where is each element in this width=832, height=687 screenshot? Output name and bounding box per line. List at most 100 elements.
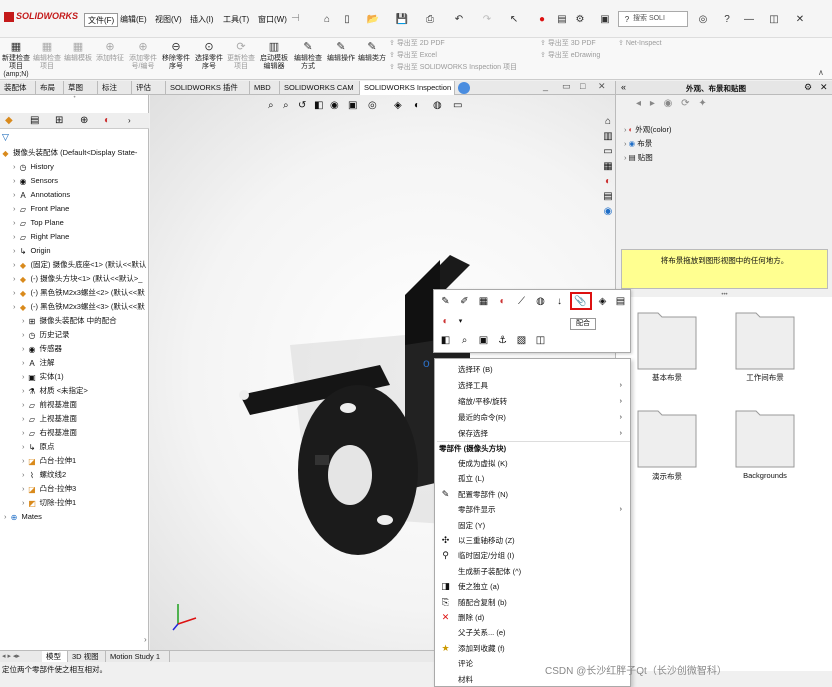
expand-arrow-icon[interactable]: › — [13, 274, 16, 283]
undo-icon[interactable]: ↶ — [452, 12, 466, 26]
context-menu-item[interactable]: 使成为虚拟 (K) — [435, 456, 630, 471]
tree-item[interactable]: › ◆ (-) 黑色铁M2x3螺丝<3> (默认<<默 — [0, 300, 149, 314]
export-inspection-project-button[interactable]: ⇪ 导出至 SOLIDWORKS Inspection 项目 — [389, 62, 539, 74]
favorite-folder-icon[interactable]: ✦ — [698, 98, 706, 109]
tree-item[interactable]: › ◉ Sensors — [0, 174, 149, 188]
context-menu-item[interactable]: ✕ 删除 (d) — [435, 610, 630, 625]
expand-arrow-icon[interactable]: › — [13, 260, 16, 269]
tree-item[interactable]: › ◉ 传感器 — [0, 342, 149, 356]
back-icon[interactable]: ◂ — [636, 98, 641, 109]
tab-cam[interactable]: SOLIDWORKS CAM — [280, 81, 360, 95]
tree-item[interactable]: › ◩ 切除-拉伸1 — [0, 496, 149, 510]
expand-arrow-icon[interactable]: › — [13, 218, 16, 227]
transparency-icon[interactable]: ◍ — [534, 295, 547, 308]
tree-scenes[interactable]: › ◉ 布景 — [624, 137, 671, 151]
context-menu-item[interactable]: 选择工具 › — [435, 378, 630, 393]
design-library-tab-icon[interactable]: ▥ — [600, 131, 616, 146]
edit-inspection-button[interactable]: ▦ 编辑检查项目 — [31, 40, 63, 78]
feature-manager-tab-icon[interactable]: ◆ — [5, 115, 13, 126]
context-menu-item[interactable]: ★ 添加到收藏 (f) — [435, 641, 630, 656]
open-part-icon[interactable]: ▦ — [477, 295, 490, 308]
context-menu-item[interactable]: 生成新子装配体 (^) — [435, 564, 630, 579]
component-properties-icon[interactable]: ▤ — [614, 295, 627, 308]
export-3d-pdf-button[interactable]: ⇪ 导出至 3D PDF — [540, 38, 618, 50]
tree-item[interactable]: › A 注解 — [0, 356, 149, 370]
tree-item[interactable]: › ▱ Front Plane — [0, 202, 149, 216]
tree-item[interactable]: › ▱ 右视基准面 — [0, 426, 149, 440]
menu-tools[interactable]: 工具(T) — [220, 13, 252, 27]
expand-arrow-icon[interactable]: › — [22, 372, 25, 381]
expand-arrow-icon[interactable]: › — [13, 204, 16, 213]
context-menu-item[interactable]: 选择环 (B) — [435, 362, 630, 377]
edit-class-button[interactable]: ✎ 编辑类方 — [356, 40, 388, 78]
pane-grip[interactable]: • — [0, 95, 149, 101]
edit-part-icon[interactable]: ✎ — [439, 295, 452, 308]
collapse-pane-icon[interactable]: « — [621, 82, 626, 92]
appearance-dropdown-icon[interactable]: ◐ — [439, 315, 452, 328]
dimxpert-tab-icon[interactable]: ⊕ — [80, 115, 88, 126]
user-icon[interactable]: ◎ — [696, 12, 710, 26]
pane-restore-icon[interactable]: ▭ — [562, 81, 571, 92]
menu-file[interactable]: 文件(F) — [84, 13, 119, 27]
select-balloon-button[interactable]: ⊙ 选择零件序号 — [193, 40, 225, 78]
tree-item[interactable]: › ↳ 原点 — [0, 440, 149, 454]
expand-arrow-icon[interactable]: › — [22, 400, 25, 409]
pane-close-icon[interactable]: ✕ — [598, 81, 606, 92]
tree-item[interactable]: › ◷ 历史记录 — [0, 328, 149, 342]
expand-arrow-icon[interactable]: › — [22, 498, 25, 507]
tab-layout[interactable]: 布局 — [36, 81, 64, 95]
tree-item[interactable]: › A Annotations — [0, 188, 149, 202]
tree-item[interactable]: › ▱ 上视基准面 — [0, 412, 149, 426]
pane-scroll-arrow-icon[interactable]: › — [144, 635, 147, 644]
panel-toggle-icon[interactable]: ▣ — [598, 12, 612, 26]
pane-min-icon[interactable]: _ — [543, 81, 548, 91]
view-palette-tab-icon[interactable]: ▦ — [600, 161, 616, 176]
rebuild-icon[interactable]: ● — [535, 12, 549, 26]
expand-arrow-icon[interactable]: › — [13, 176, 16, 185]
template-editor-button[interactable]: ▥ 启动模板编辑器 — [258, 40, 290, 78]
tree-item[interactable]: › ◷ History — [0, 160, 149, 174]
expand-arrow-icon[interactable]: › — [22, 386, 25, 395]
tree-item[interactable]: › ▱ 前视基准面 — [0, 398, 149, 412]
dropdown-arrow-icon[interactable]: ▾ — [454, 315, 467, 328]
mate-button[interactable]: 📎 — [570, 292, 592, 310]
expand-arrow-icon[interactable]: › — [22, 456, 25, 465]
expand-arrow-icon[interactable]: › — [22, 358, 25, 367]
tree-item[interactable]: › ◪ 凸台-拉伸3 — [0, 482, 149, 496]
context-menu-item[interactable]: ⚲ 临时固定/分组 (I) — [435, 548, 630, 563]
edit-method-button[interactable]: ✎ 编辑检查方式 — [292, 40, 324, 78]
remove-balloon-button[interactable]: ⊖ 移除零件序号 — [160, 40, 192, 78]
tree-item[interactable]: › ↳ Origin — [0, 244, 149, 258]
context-menu-item[interactable]: 缩放/平移/旋转 › — [435, 394, 630, 409]
box-icon[interactable]: ▧ — [515, 334, 528, 347]
expand-arrow-icon[interactable]: › — [22, 414, 25, 423]
expand-arrow-icon[interactable]: › — [22, 330, 25, 339]
expand-arrow-icon[interactable]: › — [13, 162, 16, 171]
tree-item[interactable]: › ▱ Top Plane — [0, 216, 149, 230]
tree-item[interactable]: › ⊞ 摄像头装配体 中的配合 — [0, 314, 149, 328]
export-2d-pdf-button[interactable]: ⇪ 导出至 2D PDF — [389, 38, 539, 50]
add-feature-button[interactable]: ⊕ 添加特征 — [94, 40, 126, 78]
configuration-manager-tab-icon[interactable]: ⊞ — [55, 115, 63, 126]
maximize-icon[interactable]: ◫ — [767, 12, 781, 26]
save-icon[interactable]: 💾 — [395, 12, 409, 26]
pin-icon[interactable]: ⊣ — [291, 13, 300, 24]
tab-scroll-icon[interactable]: ◂ ▸ ◂▸ — [2, 651, 20, 662]
collapse-ribbon-icon[interactable]: ∧ — [818, 68, 824, 77]
anchor-icon[interactable]: ⚓ — [496, 334, 509, 347]
pane-close-x-icon[interactable]: ✕ — [820, 82, 828, 93]
tree-item[interactable]: › ◆ (-) 黑色铁M2x3螺丝<2> (默认<<默 — [0, 286, 149, 300]
tab-assembly[interactable]: 装配体 — [0, 81, 36, 95]
expand-arrow-icon[interactable]: › — [22, 428, 25, 437]
tree-root[interactable]: ◆ 摄像头装配体 (Default<Display State- — [0, 146, 149, 160]
add-part-number-button[interactable]: ⊕ 添加零件号/编号 — [127, 40, 159, 78]
menu-insert[interactable]: 插入(I) — [187, 13, 217, 27]
tree-item[interactable]: › ◆ (-) 摄像头方块<1> (默认<<默认>_ — [0, 272, 149, 286]
new-inspection-button[interactable]: ▦ 新建检查项目 (amp;N) — [0, 40, 32, 78]
expand-arrow-icon[interactable]: › — [13, 288, 16, 297]
tab-sketch[interactable]: 草图 — [64, 81, 98, 95]
tree-item[interactable]: › ⚗ 材质 <未指定> — [0, 384, 149, 398]
pane-settings-icon[interactable]: ⚙ — [804, 82, 812, 93]
new-document-icon[interactable]: ▯ — [340, 12, 354, 26]
tab-markup[interactable]: 标注 — [98, 81, 132, 95]
